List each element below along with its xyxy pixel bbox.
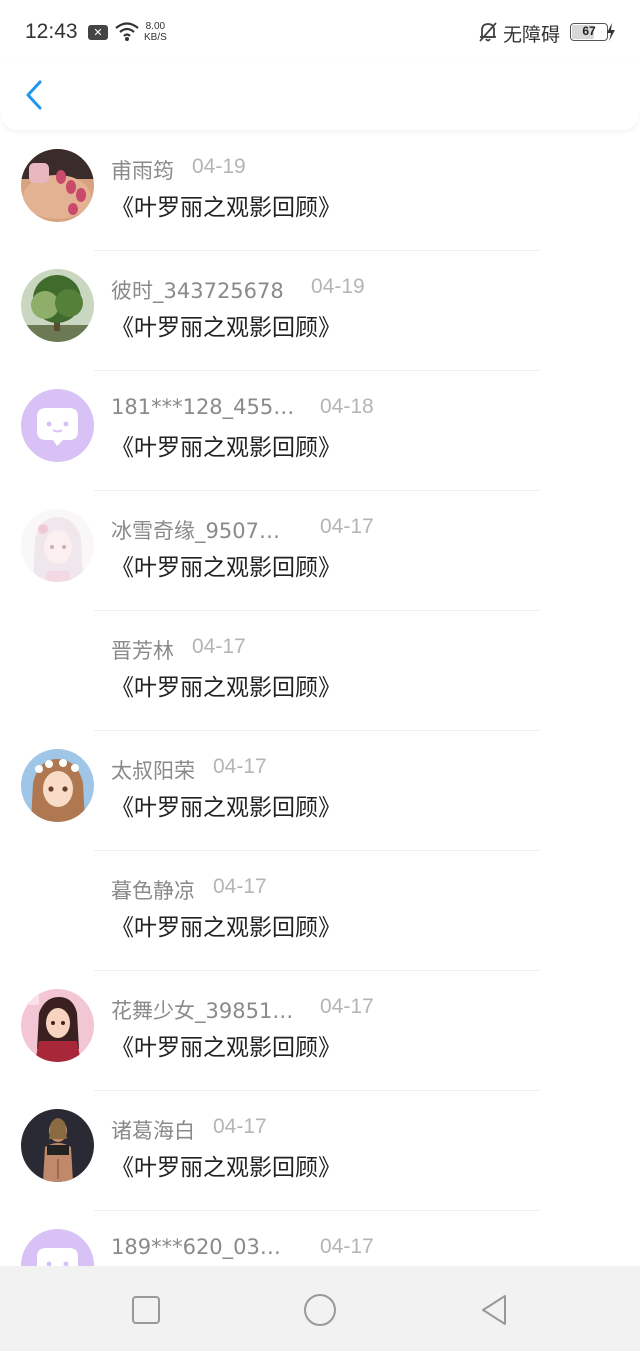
name-line: 189***620_03… 04-17: [111, 1235, 374, 1259]
work-title[interactable]: 《叶罗丽之观影回顾》: [111, 428, 341, 462]
list-item[interactable]: 181***128_455… 04-18 《叶罗丽之观影回顾》: [0, 371, 640, 491]
battery-indicator: 67: [570, 23, 608, 41]
fitness-photo-image: [21, 1109, 94, 1182]
name-line: 诸葛海白 04-17: [111, 1115, 267, 1145]
username[interactable]: 暮色静凉: [111, 875, 195, 905]
avatar[interactable]: [21, 149, 94, 222]
comment-date: 04-17: [320, 1235, 374, 1258]
work-title[interactable]: 《叶罗丽之观影回顾》: [111, 788, 341, 822]
avatar[interactable]: [21, 989, 94, 1062]
list-item[interactable]: 冰雪奇缘_9507… 04-17 《叶罗丽之观影回顾》: [0, 491, 640, 611]
system-nav-bar: [0, 1266, 640, 1351]
comment-date: 04-17: [192, 635, 246, 658]
back-button[interactable]: [20, 76, 52, 116]
comment-date: 04-17: [213, 755, 267, 778]
username[interactable]: 181***128_455…: [111, 395, 294, 419]
avatar[interactable]: [21, 1229, 94, 1266]
anime-girl-white-image: [21, 509, 94, 582]
avatar[interactable]: [21, 509, 94, 582]
bell-muted-icon: [479, 22, 497, 42]
avatar[interactable]: [21, 269, 94, 342]
triangle-back-icon: [482, 1295, 506, 1325]
accessibility-label: 无障碍: [503, 24, 561, 46]
name-line: 彼时_343725678 04-19: [111, 275, 365, 305]
username[interactable]: 冰雪奇缘_9507…: [111, 515, 280, 545]
notification-close-icon: ✕: [88, 25, 108, 40]
speed-value: 8.00: [145, 21, 166, 32]
avatar[interactable]: [21, 749, 94, 822]
charging-icon: [607, 23, 615, 41]
username[interactable]: 189***620_03…: [111, 1235, 281, 1259]
comment-date: 04-19: [192, 155, 246, 178]
comment-date: 04-18: [320, 395, 374, 418]
wifi-icon: [115, 22, 139, 41]
work-title[interactable]: 《叶罗丽之观影回顾》: [111, 1028, 341, 1062]
comment-date: 04-17: [320, 515, 374, 538]
square-icon: [132, 1296, 160, 1324]
name-line: 暮色静凉 04-17: [111, 875, 267, 905]
list-item[interactable]: 诸葛海白 04-17 《叶罗丽之观影回顾》: [0, 1091, 640, 1211]
recent-apps-button[interactable]: [126, 1290, 166, 1330]
comment-date: 04-19: [311, 275, 365, 298]
username[interactable]: 晋芳林: [111, 635, 174, 665]
status-bar: 12:43 ✕ 8.00 KB/S 无障碍 67: [0, 0, 640, 62]
comment-date: 04-17: [213, 1115, 267, 1138]
speed-unit: KB/S: [144, 32, 167, 43]
home-button[interactable]: [300, 1290, 340, 1330]
work-title[interactable]: 《叶罗丽之观影回顾》: [111, 548, 341, 582]
work-title[interactable]: 《叶罗丽之观影回顾》: [111, 308, 341, 342]
tree-photo-image: [21, 269, 94, 342]
chevron-left-icon: [26, 80, 42, 110]
anime-warrior-girl-image: [21, 989, 94, 1062]
network-speed: 8.00 KB/S: [144, 21, 167, 43]
clock: 12:43: [25, 20, 78, 43]
comment-list[interactable]: 甫雨筠 04-19 《叶罗丽之观影回顾》 彼时_343725678 04-19 《叶罗丽之…: [0, 131, 640, 1266]
work-title[interactable]: 《叶罗丽之观影回顾》: [111, 668, 341, 702]
username[interactable]: 太叔阳荣: [111, 755, 195, 785]
default-chat-avatar-image: [21, 389, 94, 462]
list-item[interactable]: 花舞少女_39851… 04-17 《叶罗丽之观影回顾》: [0, 971, 640, 1091]
back-nav-button[interactable]: [474, 1290, 514, 1330]
username[interactable]: 花舞少女_39851…: [111, 995, 293, 1025]
name-line: 晋芳林 04-17: [111, 635, 246, 665]
list-item[interactable]: 晋芳林 04-17 《叶罗丽之观影回顾》: [0, 611, 640, 731]
work-title[interactable]: 《叶罗丽之观影回顾》: [111, 1148, 341, 1182]
avatar[interactable]: [21, 1109, 94, 1182]
list-item[interactable]: 暮色静凉 04-17 《叶罗丽之观影回顾》: [0, 851, 640, 971]
name-line: 181***128_455… 04-18: [111, 395, 374, 419]
top-bar: [0, 62, 640, 130]
list-item[interactable]: 太叔阳荣 04-17 《叶罗丽之观影回顾》: [0, 731, 640, 851]
name-line: 太叔阳荣 04-17: [111, 755, 267, 785]
default-chat-avatar-image: [21, 1229, 94, 1266]
work-title[interactable]: 《叶罗丽之观影回顾》: [111, 188, 341, 222]
list-item[interactable]: 189***620_03…04-17《叶罗丽之观影回顾》: [0, 1211, 640, 1266]
name-line: 甫雨筠 04-19: [111, 155, 246, 185]
circle-icon: [304, 1294, 336, 1326]
name-line: 花舞少女_39851… 04-17: [111, 995, 374, 1025]
name-line: 冰雪奇缘_9507… 04-17: [111, 515, 374, 545]
avatar[interactable]: [21, 389, 94, 462]
comment-date: 04-17: [320, 995, 374, 1018]
username[interactable]: 彼时_343725678: [111, 275, 284, 305]
comment-date: 04-17: [213, 875, 267, 898]
username[interactable]: 诸葛海白: [111, 1115, 195, 1145]
battery-level: 67: [582, 24, 596, 38]
username[interactable]: 甫雨筠: [111, 155, 174, 185]
list-item[interactable]: 彼时_343725678 04-19 《叶罗丽之观影回顾》: [0, 251, 640, 371]
anime-girl-flowers-image: [21, 749, 94, 822]
work-title[interactable]: 《叶罗丽之观影回顾》: [111, 908, 341, 942]
nails-photo-image: [21, 149, 94, 222]
list-item[interactable]: 甫雨筠 04-19 《叶罗丽之观影回顾》: [0, 131, 640, 251]
